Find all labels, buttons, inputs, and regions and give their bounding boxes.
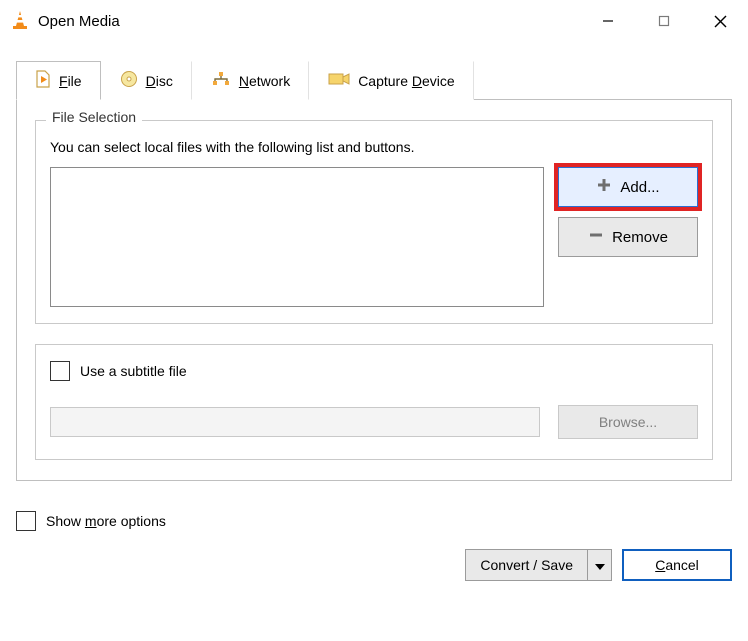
convert-save-label[interactable]: Convert / Save (465, 549, 588, 581)
browse-button: Browse... (558, 405, 698, 439)
tab-file[interactable]: File (16, 61, 101, 100)
plus-icon (596, 177, 612, 197)
show-more-checkbox[interactable] (16, 511, 36, 531)
vlc-cone-icon (10, 10, 30, 32)
add-button[interactable]: Add... (558, 167, 698, 207)
cancel-button[interactable]: Cancel (622, 549, 732, 581)
tab-panel-file: File Selection You can select local file… (16, 100, 732, 481)
tab-label: Disc (146, 73, 173, 89)
subtitle-group: Use a subtitle file Browse... (35, 344, 713, 460)
show-more-options-row: Show more options (16, 511, 732, 531)
window-controls (580, 0, 748, 42)
close-button[interactable] (692, 0, 748, 42)
tab-label: Network (239, 73, 290, 89)
maximize-button[interactable] (636, 0, 692, 42)
tab-label: Capture Device (358, 73, 455, 89)
minimize-button[interactable] (580, 0, 636, 42)
titlebar: Open Media (0, 0, 748, 42)
dialog-actions: Convert / Save Cancel (16, 549, 732, 581)
convert-save-dropdown[interactable] (588, 549, 612, 581)
capture-device-icon (328, 71, 350, 90)
tab-label: File (59, 73, 82, 89)
cancel-button-label: Cancel (655, 557, 699, 573)
show-more-label: Show more options (46, 513, 166, 529)
file-selection-group: File Selection You can select local file… (35, 120, 713, 324)
tabbar: File Disc Network Capture Device (16, 60, 732, 100)
file-list[interactable] (50, 167, 544, 307)
browse-button-label: Browse... (599, 414, 657, 430)
add-button-label: Add... (620, 179, 659, 196)
remove-button-label: Remove (612, 229, 668, 246)
remove-button[interactable]: Remove (558, 217, 698, 257)
file-tab-icon (35, 70, 51, 91)
tab-disc[interactable]: Disc (101, 61, 192, 100)
chevron-down-icon (595, 557, 605, 573)
tab-capture-device[interactable]: Capture Device (309, 61, 474, 100)
subtitle-path-input (50, 407, 540, 437)
minus-icon (588, 227, 604, 247)
convert-save-button[interactable]: Convert / Save (465, 549, 612, 581)
file-selection-instruction: You can select local files with the foll… (50, 139, 698, 155)
network-icon (211, 71, 231, 90)
disc-icon (120, 70, 138, 91)
window-title: Open Media (38, 13, 120, 30)
tab-network[interactable]: Network (192, 61, 309, 100)
subtitle-checkbox-label: Use a subtitle file (80, 363, 187, 379)
file-selection-legend: File Selection (46, 109, 142, 125)
subtitle-checkbox[interactable] (50, 361, 70, 381)
